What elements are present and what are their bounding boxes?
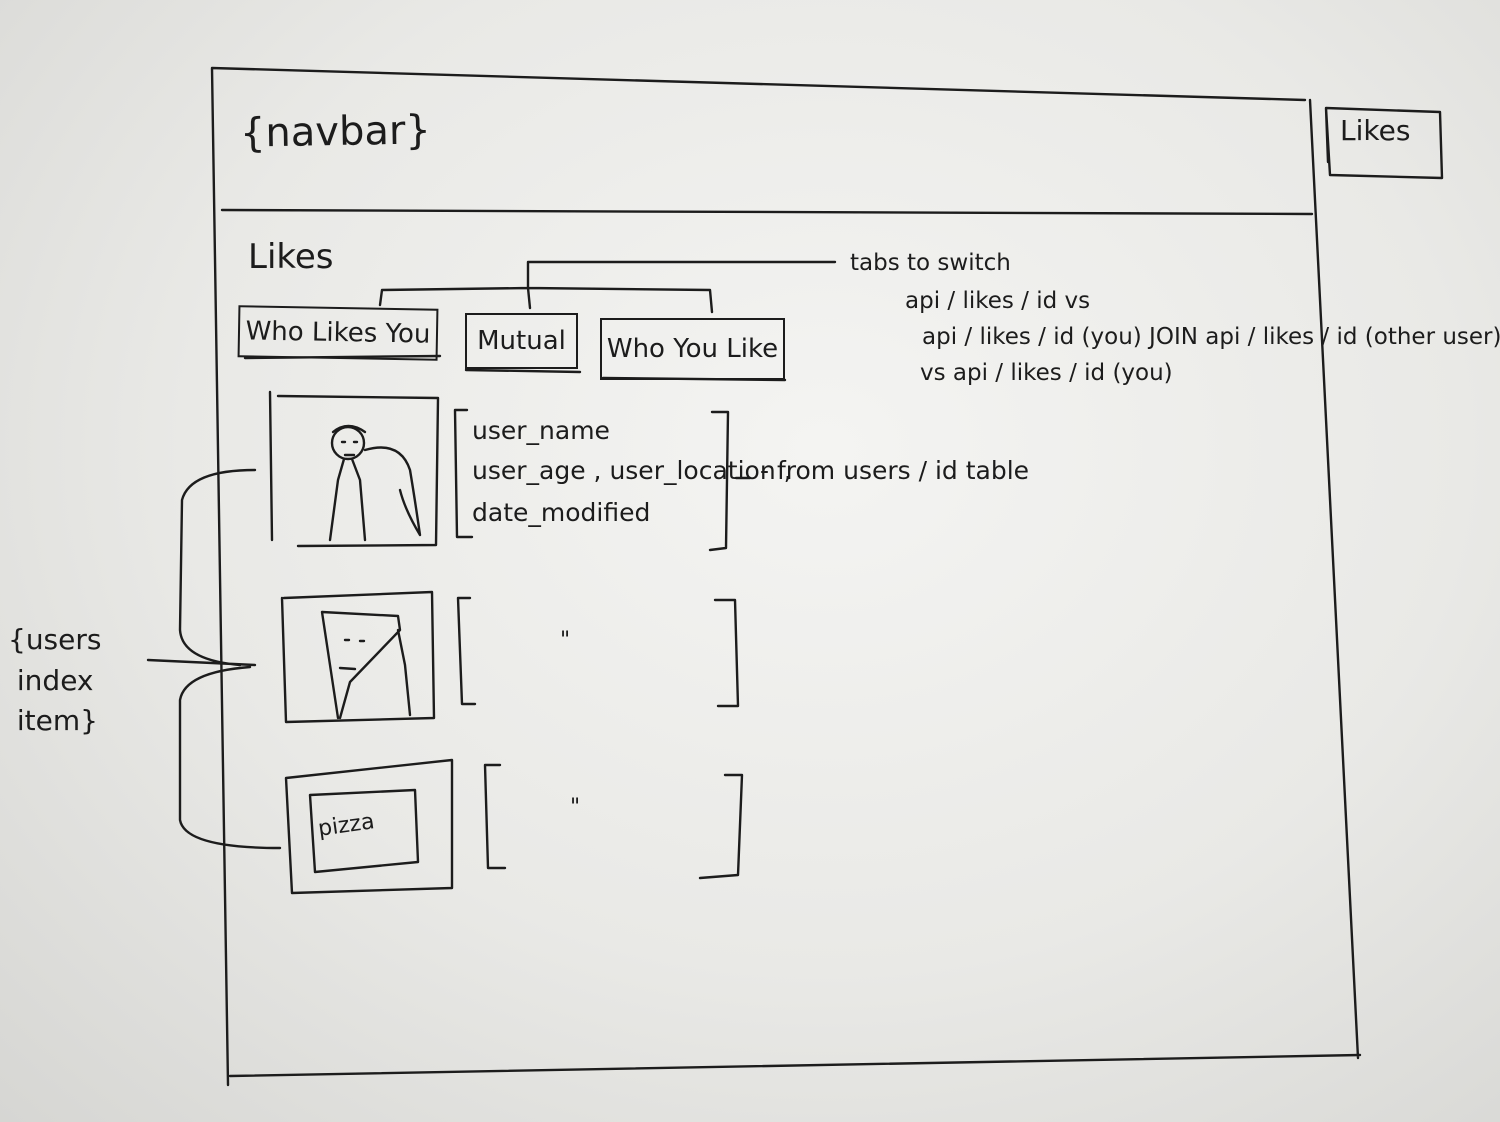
user-name-field: user_name xyxy=(472,416,610,445)
users-brace xyxy=(146,468,282,850)
navbar-divider xyxy=(220,208,1314,216)
navbar-placeholder: {navbar} xyxy=(239,107,432,157)
tabs-note-line-2: api / likes / id vs xyxy=(905,288,1091,314)
tab-mutual[interactable]: Mutual xyxy=(465,313,578,369)
page-title: Likes xyxy=(248,237,334,277)
user-info-block[interactable] xyxy=(485,765,743,877)
date-modified-field: date_modified xyxy=(472,498,651,527)
fields-source-note: - from users / id table xyxy=(760,456,1030,485)
ditto-mark: " xyxy=(560,628,571,653)
sidebar-likes-link[interactable]: Likes xyxy=(1340,117,1410,145)
tabs-note-line-1: tabs to switch xyxy=(850,250,1011,276)
users-index-item-note: {users index item} xyxy=(8,623,102,738)
tabs-note-line-4: vs api / likes / id (you) xyxy=(920,360,1173,386)
user-avatar[interactable] xyxy=(270,393,442,548)
ditto-mark: " xyxy=(570,795,581,820)
tab-who-you-like[interactable]: Who You Like xyxy=(600,318,785,380)
user-info-block[interactable] xyxy=(455,596,740,706)
user-avatar[interactable] xyxy=(280,590,438,723)
user-age-location-field: user_age , user_location , xyxy=(472,456,792,485)
page-frame xyxy=(210,66,1362,1087)
sketch-lines xyxy=(146,66,1444,1087)
tabs-bracket xyxy=(378,260,837,314)
tabs-note-line-3: api / likes / id (you) JOIN api / likes … xyxy=(922,324,1500,350)
tab-who-likes-you[interactable]: Who Likes You xyxy=(237,305,439,361)
